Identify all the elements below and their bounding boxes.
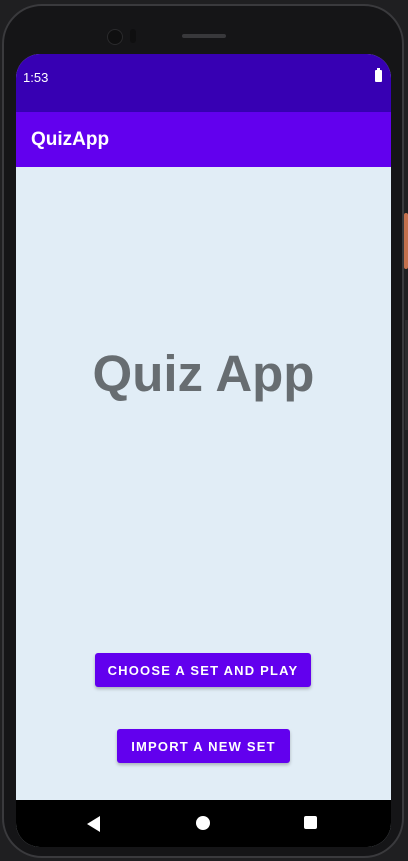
phone-screen: 1:53 QuizApp Quiz App CHOOSE A SET AND P… (16, 54, 391, 847)
camera-sensor (130, 29, 136, 43)
power-button (404, 213, 408, 269)
choose-set-button[interactable]: CHOOSE A SET AND PLAY (95, 653, 311, 687)
back-icon[interactable] (87, 816, 100, 832)
home-icon[interactable] (196, 816, 210, 830)
status-time: 1:53 (23, 70, 49, 85)
status-bar: 1:53 (16, 54, 391, 112)
battery-icon (375, 68, 382, 82)
app-title: QuizApp (31, 129, 110, 150)
import-set-button[interactable]: IMPORT A NEW SET (117, 729, 290, 763)
recents-icon[interactable] (304, 816, 317, 829)
main-content: Quiz App CHOOSE A SET AND PLAY IMPORT A … (16, 167, 391, 800)
navigation-bar (16, 800, 391, 847)
device-frame: 1:53 QuizApp Quiz App CHOOSE A SET AND P… (0, 0, 408, 861)
earpiece-speaker (182, 34, 226, 38)
app-bar: QuizApp (16, 112, 391, 167)
front-camera (107, 29, 123, 45)
hero-title: Quiz App (92, 345, 315, 402)
